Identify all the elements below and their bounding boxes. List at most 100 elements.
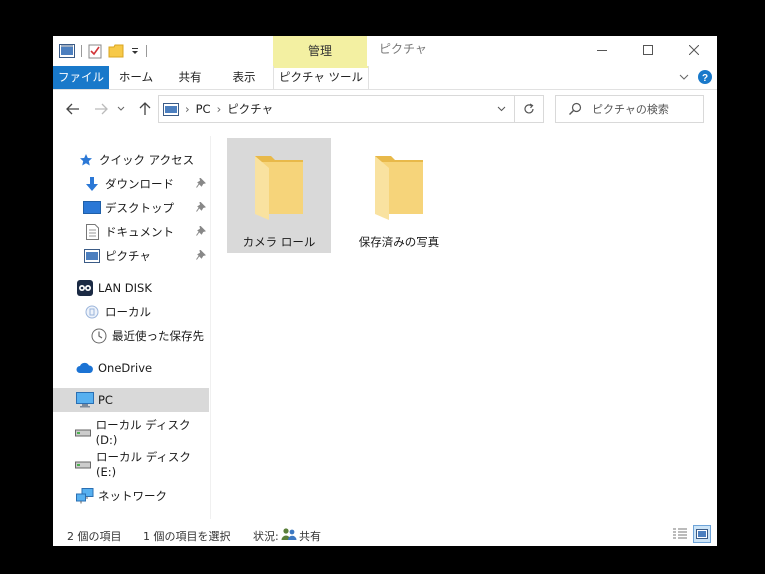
breadcrumb-pictures[interactable]: ピクチャ [227,101,273,117]
folder-name: カメラ ロール [242,235,316,249]
nav-quick-access[interactable]: クイック アクセス [53,148,209,172]
nav-label: ドキュメント [105,225,174,239]
nav-label: PC [98,393,113,407]
star-icon [77,151,95,169]
quick-access-toolbar [59,42,147,60]
qat-divider [146,45,147,57]
arrow-left-icon [66,103,79,115]
breadcrumb-separator: › [216,102,222,116]
tab-share[interactable]: 共有 [167,66,213,89]
pin-icon[interactable] [196,202,206,212]
arrow-right-icon [95,103,108,115]
nav-downloads[interactable]: ダウンロード [53,172,209,196]
title-bar: 管理 ピクチャ [53,36,717,66]
nav-label: ネットワーク [98,489,167,503]
search-box[interactable] [555,95,704,123]
selection-count: 1 個の項目を選択 [143,530,231,543]
shared-users-icon [281,528,297,540]
tab-file[interactable]: ファイル [53,66,109,89]
nav-lan-disk[interactable]: LAN DISK [53,276,209,300]
nav-label: LAN DISK [98,281,152,295]
help-icon[interactable]: ? [698,70,712,84]
recent-locations-button[interactable] [114,98,128,120]
tab-picture-tools[interactable]: ピクチャ ツール [273,66,369,89]
clock-icon [90,327,108,345]
item-count: 2 個の項目 [67,530,122,543]
breadcrumb-separator: › [185,102,190,116]
maximize-icon [643,45,653,55]
nav-label: 最近使った保存先 [112,329,204,343]
pin-icon[interactable] [196,226,206,236]
nav-drive-e[interactable]: ローカル ディスク (E:) [53,450,209,479]
nav-local[interactable]: ローカル [53,300,209,324]
breadcrumb: › PC › ピクチャ [163,96,273,122]
nav-desktop[interactable]: デスクトップ [53,196,209,220]
pc-location-icon [163,102,179,116]
nav-pictures[interactable]: ピクチャ [53,244,209,268]
navigation-pane: クイック アクセス ダウンロード デスクトップ ドキュメント ピクチャ LAN … [53,136,211,519]
search-input[interactable] [592,100,698,118]
large-icons-view-button[interactable] [693,525,711,543]
sharing-state-label: 状況: [253,530,279,543]
nav-label: ローカル ディスク (D:) [95,418,191,447]
large-icons-view-icon [696,529,708,539]
manage-context-tab[interactable]: 管理 [273,36,367,66]
close-icon [689,45,699,55]
qat-divider [81,45,82,57]
pictures-icon [83,247,101,265]
drive-icon [75,455,92,473]
folder-tile[interactable]: 保存済みの写真 [347,138,451,253]
nav-label: OneDrive [98,361,153,375]
tab-view[interactable]: 表示 [221,66,267,89]
folder-name: 保存済みの写真 [358,235,440,249]
desktop-icon [83,199,101,217]
breadcrumb-pc[interactable]: PC [196,102,211,116]
back-button[interactable] [62,98,84,120]
cloud-icon [76,359,94,377]
nav-drive-d[interactable]: ローカル ディスク (D:) [53,418,209,447]
maximize-button[interactable] [625,36,671,64]
up-button[interactable] [134,98,156,120]
pin-icon[interactable] [196,250,206,260]
refresh-button[interactable] [515,95,544,123]
minimize-icon [597,50,607,51]
nav-label: ローカル ディスク (E:) [96,450,191,479]
forward-button[interactable] [90,98,112,120]
svg-text:?: ? [702,73,708,84]
chevron-down-icon[interactable] [130,46,140,56]
search-icon [569,102,582,115]
chevron-down-icon [117,106,125,111]
drive-icon [75,423,92,441]
nav-documents[interactable]: ドキュメント [53,220,209,244]
nav-label: ピクチャ [105,249,151,263]
address-bar[interactable]: › PC › ピクチャ [158,95,515,123]
folder-icon [255,156,303,220]
minimize-button[interactable] [579,36,625,64]
lan-disk-icon [76,279,94,297]
nav-label: デスクトップ [105,201,174,215]
nav-recent[interactable]: 最近使った保存先 [53,324,209,348]
nav-pc[interactable]: PC [53,388,209,412]
document-icon [83,223,101,241]
network-icon [76,487,94,505]
nav-label: クイック アクセス [99,153,195,167]
download-icon [83,175,101,193]
details-view-button[interactable] [671,525,689,543]
ribbon-tabs: ファイル ホーム 共有 表示 ピクチャ ツール ? [53,66,717,90]
window-title: ピクチャ [379,42,427,56]
expand-ribbon-icon[interactable] [679,73,689,81]
arrow-up-icon [139,102,151,115]
details-view-icon [673,528,687,539]
folder-tile[interactable]: カメラ ロール [227,138,331,253]
nav-onedrive[interactable]: OneDrive [53,356,209,380]
properties-icon[interactable] [88,43,102,59]
sharing-state-value: 共有 [299,530,321,543]
address-dropdown-icon[interactable] [497,106,506,112]
new-folder-icon[interactable] [108,43,124,59]
tab-home[interactable]: ホーム [113,66,159,89]
pin-icon[interactable] [196,178,206,188]
folder-icon [375,156,423,220]
window-icon[interactable] [59,44,75,58]
close-button[interactable] [671,36,717,64]
nav-network[interactable]: ネットワーク [53,484,209,508]
